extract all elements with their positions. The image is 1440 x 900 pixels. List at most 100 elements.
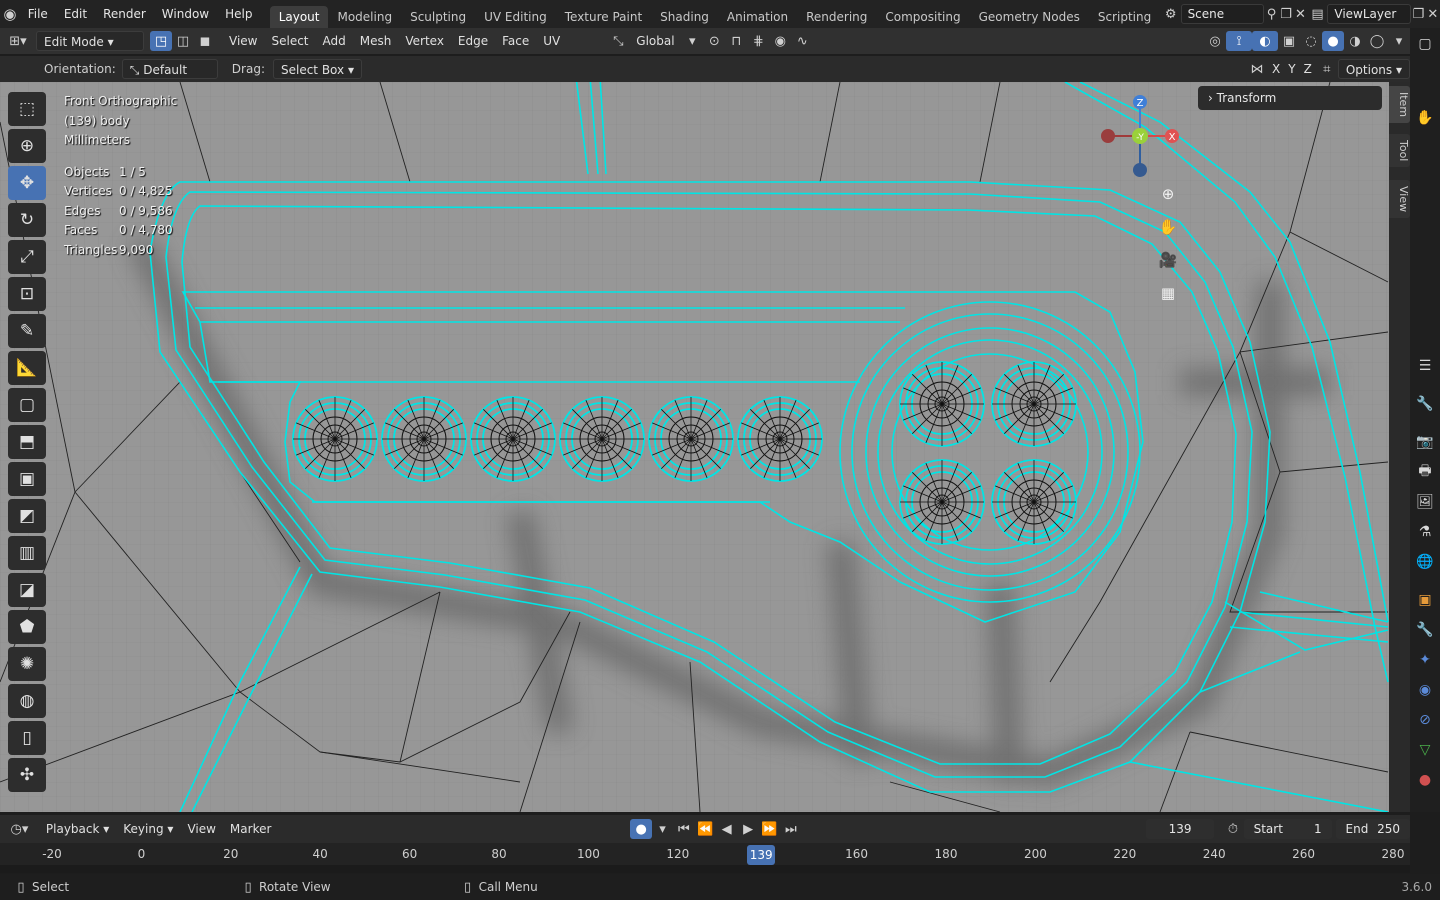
tab-animation[interactable]: Animation	[718, 6, 797, 28]
play-reverse-icon[interactable]: ◀	[716, 819, 737, 839]
modifier-properties-icon[interactable]: 🔧	[1415, 620, 1435, 640]
tab-item[interactable]: Item	[1389, 86, 1410, 124]
record-keyframe-icon[interactable]: ●	[630, 819, 652, 839]
editor-type-icon[interactable]: ⊞▾	[0, 31, 36, 51]
menu-edge[interactable]: Edge	[451, 31, 495, 51]
tab-geometry-nodes[interactable]: Geometry Nodes	[970, 6, 1089, 28]
mirror-icon[interactable]: ⋈	[1246, 59, 1268, 79]
wireframe-shading-icon[interactable]: ◌	[1300, 31, 1322, 51]
tab-shading[interactable]: Shading	[651, 6, 718, 28]
proportional-edit-icon[interactable]: ◉	[769, 31, 791, 51]
rendered-shading-icon[interactable]: ◯	[1366, 31, 1388, 51]
annotate-tool-icon[interactable]: ✎	[8, 314, 46, 348]
scene-properties-icon[interactable]: ⚗	[1415, 522, 1435, 542]
menu-edit[interactable]: Edit	[56, 0, 95, 28]
edge-slide-tool-icon[interactable]: ▯	[8, 721, 46, 755]
menu-help[interactable]: Help	[217, 0, 260, 28]
mirror-x-toggle[interactable]: X	[1268, 59, 1284, 79]
menu-file[interactable]: File	[20, 0, 56, 28]
tab-layout[interactable]: Layout	[269, 6, 329, 28]
physics-properties-icon[interactable]: ◉	[1415, 680, 1435, 700]
menu-marker[interactable]: Marker	[223, 819, 278, 839]
tab-compositing[interactable]: Compositing	[876, 6, 969, 28]
data-properties-icon[interactable]: ▽	[1415, 740, 1435, 760]
chevron-down-icon[interactable]: ▾	[681, 31, 703, 51]
render-properties-icon[interactable]: 📷	[1415, 432, 1435, 452]
new-view-layer-icon[interactable]: ❐	[1411, 4, 1425, 24]
edge-select-icon[interactable]: ◫	[172, 31, 194, 51]
outliner-icon[interactable]: ▢	[1415, 34, 1435, 54]
tab-tool[interactable]: Tool	[1389, 134, 1410, 168]
menu-mesh[interactable]: Mesh	[353, 31, 399, 51]
constraints-properties-icon[interactable]: ⊘	[1415, 710, 1435, 730]
auto-merge-icon[interactable]: ⌗	[1316, 59, 1338, 79]
ortho-toggle-icon[interactable]: ▦	[1154, 279, 1182, 307]
tab-modeling[interactable]: Modeling	[328, 6, 401, 28]
scene-icon[interactable]: ⚙	[1161, 4, 1181, 24]
tab-uv-editing[interactable]: UV Editing	[475, 6, 556, 28]
menu-uv[interactable]: UV	[536, 31, 567, 51]
extrude-tool-icon[interactable]: ⬒	[8, 425, 46, 459]
play-icon[interactable]: ▶	[737, 819, 758, 839]
zoom-icon[interactable]: ⊕	[1154, 180, 1182, 208]
view-layer-selector[interactable]: ViewLayer	[1327, 4, 1412, 24]
overlays-toggle-icon[interactable]: ◐	[1252, 31, 1278, 51]
measure-tool-icon[interactable]: 📐	[8, 351, 46, 385]
tab-sculpting[interactable]: Sculpting	[401, 6, 475, 28]
current-frame-indicator[interactable]: 139	[747, 845, 776, 865]
navigation-gizmo[interactable]: Z X -Y	[1096, 92, 1186, 182]
shading-options-icon[interactable]: ▾	[1388, 31, 1410, 51]
shrink-fatten-tool-icon[interactable]: ✣	[8, 758, 46, 792]
knife-tool-icon[interactable]: ◪	[8, 573, 46, 607]
mirror-z-toggle[interactable]: Z	[1300, 59, 1316, 79]
select-box-tool-icon[interactable]: ⬚	[8, 92, 46, 126]
view-layer-icon[interactable]: ▤	[1308, 4, 1328, 24]
jump-end-icon[interactable]: ⏭	[780, 819, 801, 839]
world-properties-icon[interactable]: 🌐	[1415, 552, 1435, 572]
jump-start-icon[interactable]: ⏮	[673, 819, 694, 839]
object-properties-icon[interactable]: ▣	[1415, 590, 1435, 610]
remove-scene-icon[interactable]: ✕	[1293, 4, 1307, 24]
output-properties-icon[interactable]: 🖶	[1415, 462, 1435, 482]
material-properties-icon[interactable]: ●	[1415, 770, 1435, 790]
xray-toggle-icon[interactable]: ▣	[1278, 31, 1300, 51]
rotate-tool-icon[interactable]: ↻	[8, 203, 46, 237]
material-shading-icon[interactable]: ◑	[1344, 31, 1366, 51]
transform-panel[interactable]: › Transform	[1198, 86, 1382, 110]
view-layer-properties-icon[interactable]: 🖼	[1415, 492, 1435, 512]
remove-view-layer-icon[interactable]: ✕	[1426, 4, 1440, 24]
end-frame-field[interactable]: End 250	[1335, 819, 1410, 839]
hand-icon[interactable]: ✋	[1415, 108, 1435, 128]
tab-texture-paint[interactable]: Texture Paint	[556, 6, 651, 28]
loop-cut-tool-icon[interactable]: ▥	[8, 536, 46, 570]
visibility-icon[interactable]: ◎	[1204, 31, 1226, 51]
options-dropdown[interactable]: Options ▾	[1337, 59, 1410, 79]
start-frame-field[interactable]: Start 1	[1243, 819, 1332, 839]
inset-tool-icon[interactable]: ▣	[8, 462, 46, 496]
tab-view[interactable]: View	[1389, 180, 1410, 219]
menu-vertex[interactable]: Vertex	[398, 31, 451, 51]
blender-logo-icon[interactable]: ◉	[0, 4, 20, 24]
add-cube-tool-icon[interactable]: ▢	[8, 388, 46, 422]
mode-selector[interactable]: Edit Mode ▾	[36, 31, 144, 51]
orientation-selector[interactable]: Global	[629, 31, 681, 51]
menu-select[interactable]: Select	[264, 31, 315, 51]
scene-selector[interactable]: Scene	[1180, 4, 1265, 24]
smooth-tool-icon[interactable]: ◍	[8, 684, 46, 718]
move-tool-icon[interactable]: ✥	[8, 166, 46, 200]
snap-target-icon[interactable]: ⋕	[747, 31, 769, 51]
menu-add[interactable]: Add	[316, 31, 353, 51]
camera-view-icon[interactable]: 🎥	[1154, 246, 1182, 274]
particles-properties-icon[interactable]: ✦	[1415, 650, 1435, 670]
solid-shading-icon[interactable]: ●	[1322, 31, 1344, 51]
3d-viewport[interactable]: ⬚ ⊕ ✥ ↻ ⤢ ⊡ ✎ 📐 ▢ ⬒ ▣ ◩ ▥ ◪ ⬟ ✺ ◍ ▯ ✣ Fr…	[0, 82, 1389, 812]
scale-tool-icon[interactable]: ⤢	[8, 240, 46, 274]
timeline-scrollbar[interactable]	[0, 865, 1410, 873]
next-keyframe-icon[interactable]: ⏩	[759, 819, 780, 839]
orientation-dropdown[interactable]: ⤡ Default	[121, 59, 218, 79]
face-select-icon[interactable]: ◼	[194, 31, 216, 51]
stopwatch-icon[interactable]: ⏱	[1222, 819, 1243, 839]
spin-tool-icon[interactable]: ✺	[8, 647, 46, 681]
keying-dropdown-icon[interactable]: ▾	[652, 819, 673, 839]
menu-window[interactable]: Window	[154, 0, 217, 28]
